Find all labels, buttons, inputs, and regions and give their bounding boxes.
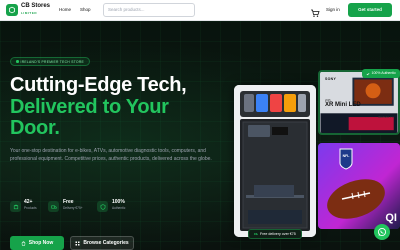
stat-authentic-value: 100% — [112, 199, 125, 205]
hero-title-line-2: Delivered to Your — [10, 96, 169, 118]
box-icon — [10, 201, 21, 212]
authentic-badge-text: 100% Authentic — [371, 71, 396, 75]
authentic-badge: 100% Authentic — [362, 69, 400, 78]
tv-model: XR Mini LED — [325, 102, 361, 108]
free-delivery-badge: Free delivery over €75 — [248, 229, 302, 239]
browse-categories-label: Browse Categories — [83, 240, 129, 246]
free-delivery-text: Free delivery over €75 — [260, 232, 296, 236]
stat-delivery-label: Delivery €75+ — [63, 206, 83, 210]
nav-home[interactable]: Home — [59, 7, 71, 13]
hero-title-line-1: Cutting-Edge Tech, — [10, 74, 187, 96]
shop-now-label: Shop Now — [28, 240, 54, 246]
shield-icon — [97, 201, 108, 212]
tv-brand: SONY — [325, 77, 337, 81]
hero-description: Your one-stop destination for e-bikes, A… — [10, 148, 212, 162]
nfl-logo-text: NFL — [342, 154, 350, 158]
cart-icon[interactable] — [310, 5, 320, 17]
tv-caption: BRAVIA 7 II — [378, 115, 394, 119]
browse-categories-button[interactable]: Browse Categories — [70, 236, 134, 250]
tagline-pill: IRELAND'S PREMIER TECH STORE — [10, 57, 90, 66]
brand-name[interactable]: CB Stores — [21, 3, 50, 10]
product-card-3d-printer[interactable] — [234, 85, 316, 237]
check-shield-icon — [366, 72, 370, 75]
grid-icon — [75, 241, 80, 245]
get-started-button[interactable]: Get started — [348, 3, 392, 17]
shop-now-button[interactable]: Shop Now — [10, 236, 64, 250]
bag-icon — [21, 240, 26, 246]
printer-image — [234, 85, 316, 237]
pill-dot-icon — [16, 60, 19, 63]
delivery-icon — [254, 233, 258, 235]
tagline-text: IRELAND'S PREMIER TECH STORE — [20, 59, 84, 64]
stat-products-value: 42+ — [24, 199, 33, 205]
whatsapp-icon — [377, 227, 387, 237]
nav-shop[interactable]: Shop — [80, 7, 91, 13]
truck-icon — [48, 201, 59, 212]
nfl-card-text: QI — [385, 212, 397, 224]
logo-icon[interactable] — [6, 4, 18, 16]
brand-tag: LIMITED — [21, 11, 38, 15]
search-input[interactable]: Search products... — [103, 3, 195, 17]
product-card-tv[interactable]: SONY 2025 XR Mini LED BRAVIA 7 II — [318, 70, 400, 135]
hero-title-line-3: Door. — [10, 117, 60, 139]
stat-products-label: Products — [24, 206, 37, 210]
sign-in-link[interactable]: Sign in — [326, 7, 340, 13]
site-header: CB Stores LIMITED Home Shop Search produ… — [0, 0, 400, 21]
stat-authentic-label: Authentic — [112, 206, 126, 210]
stat-delivery-value: Free — [63, 199, 74, 205]
whatsapp-button[interactable] — [374, 224, 390, 240]
product-card-nfl[interactable]: QI NFL — [318, 143, 400, 229]
